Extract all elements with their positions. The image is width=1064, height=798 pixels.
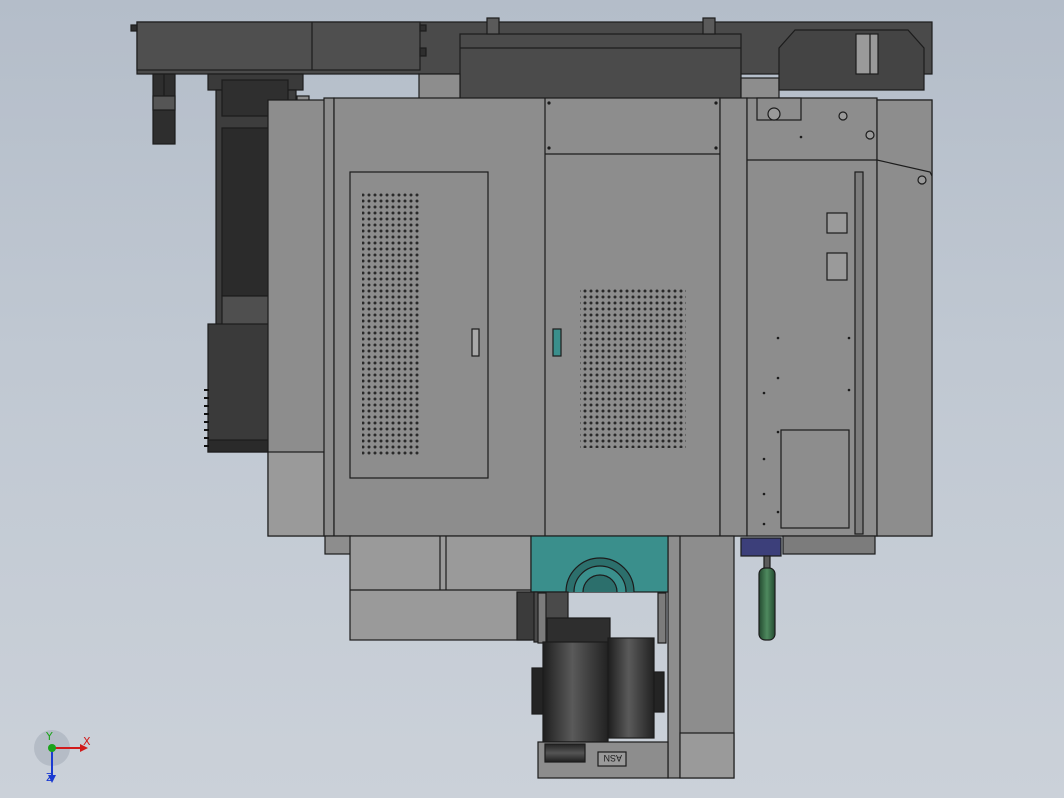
cad-viewport[interactable]: ASN X Y Z bbox=[0, 0, 1064, 798]
coordinate-triad: X Y Z bbox=[34, 730, 91, 784]
right-vent-grille bbox=[580, 288, 686, 448]
triad-y-label: Y bbox=[45, 730, 53, 743]
left-door bbox=[349, 171, 489, 479]
teal-bracket bbox=[530, 535, 669, 593]
top-screw bbox=[767, 107, 781, 121]
triad-z-label: Z bbox=[46, 771, 54, 784]
panel-switch-top bbox=[826, 212, 848, 234]
handle-knob-base bbox=[740, 537, 782, 557]
left-door-handle bbox=[471, 328, 480, 357]
part-label: ASN bbox=[603, 753, 622, 763]
teal-door-latch bbox=[552, 328, 562, 357]
machine-assembly: ASN bbox=[130, 17, 933, 779]
left-vent-grille bbox=[362, 192, 420, 457]
triad-x-label: X bbox=[83, 735, 91, 748]
panel-switch-bottom bbox=[826, 252, 848, 281]
spindle-motor: ASN bbox=[516, 591, 669, 779]
handle-grip bbox=[758, 567, 776, 641]
adjustment-handle bbox=[740, 537, 782, 641]
